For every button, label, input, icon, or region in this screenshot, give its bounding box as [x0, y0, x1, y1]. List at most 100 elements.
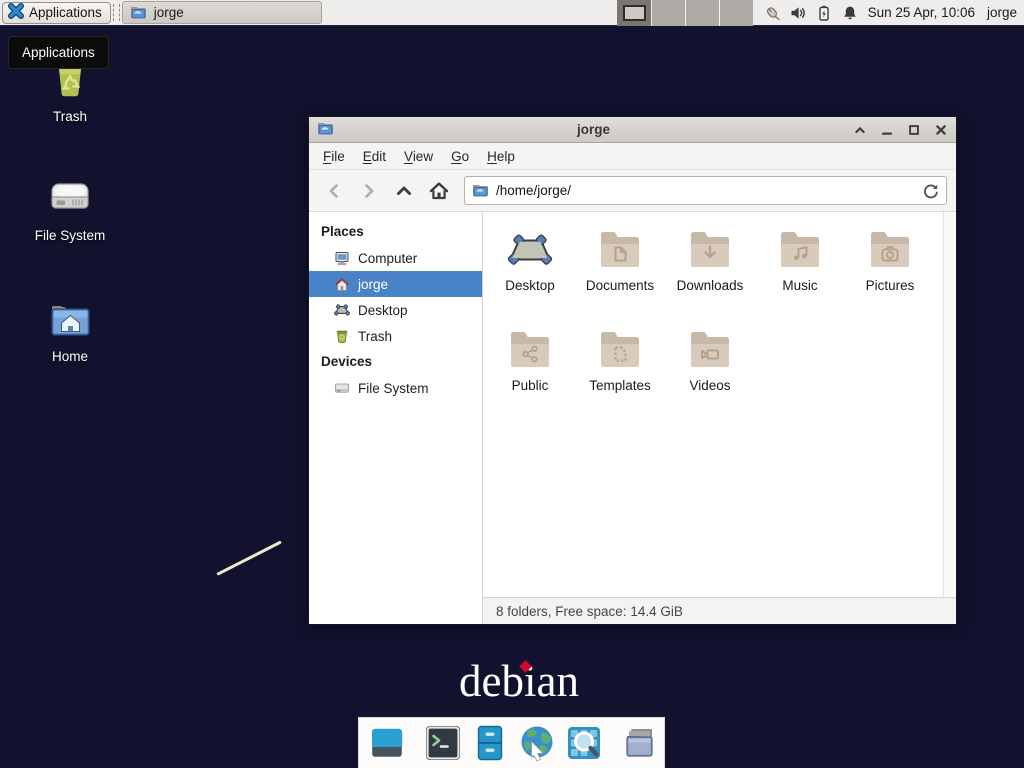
- close-button[interactable]: [934, 123, 948, 137]
- file-cabinet-icon[interactable]: [471, 724, 509, 762]
- folder-public-icon: [506, 325, 554, 376]
- workspace-1[interactable]: [617, 0, 651, 26]
- web-browser-icon[interactable]: [518, 724, 556, 762]
- sidebar: Places Computer jorge Desktop TrashDevic…: [309, 212, 483, 624]
- mouse-icon[interactable]: [763, 4, 781, 22]
- applications-tooltip: Applications: [8, 36, 109, 69]
- file-item-documents[interactable]: Documents: [575, 225, 665, 325]
- workspace-window-preview: [623, 5, 646, 21]
- file-item-label: Pictures: [845, 278, 935, 293]
- trash-small-icon: [334, 328, 350, 344]
- window-folder-icon: [317, 120, 334, 140]
- desktop-icon-label: Trash: [12, 109, 128, 124]
- file-item-downloads[interactable]: Downloads: [665, 225, 755, 325]
- sidebar-header-devices: Devices: [309, 349, 482, 375]
- debian-logo: debian: [459, 655, 579, 707]
- workspace-3[interactable]: [685, 0, 719, 26]
- desktop-folder-icon: [506, 225, 554, 276]
- wallpaper-line: [216, 540, 282, 575]
- location-bar[interactable]: /home/jorge/: [464, 176, 947, 205]
- status-bar: 8 folders, Free space: 14.4 GiB: [483, 597, 956, 624]
- directory-menu-icon[interactable]: [621, 724, 659, 762]
- up-button[interactable]: [388, 175, 419, 206]
- file-item-label: Desktop: [485, 278, 575, 293]
- desktop-icon-label: File System: [12, 228, 128, 243]
- folder-downloads-icon: [686, 225, 734, 276]
- folder-pictures-icon: [866, 225, 914, 276]
- sidebar-item-label: Trash: [358, 329, 392, 344]
- desktop-icon-label: Home: [12, 349, 128, 364]
- desktop-small-icon: [334, 302, 350, 318]
- desktop-icon-home[interactable]: Home: [12, 297, 128, 364]
- toolbar: /home/jorge/: [309, 170, 956, 212]
- terminal-icon[interactable]: [424, 724, 462, 762]
- user-menu[interactable]: jorge: [987, 5, 1017, 20]
- computer-icon: [334, 250, 350, 266]
- vertical-scrollbar[interactable]: [943, 212, 956, 597]
- show-desktop-icon[interactable]: [368, 724, 406, 762]
- sidebar-item-label: File System: [358, 381, 429, 396]
- forward-button[interactable]: [353, 175, 384, 206]
- maximize-button[interactable]: [907, 123, 921, 137]
- file-manager-window: jorge FileEditViewGoHelp /home/jorge/ Pl…: [308, 116, 957, 625]
- taskbar-window-label: jorge: [154, 5, 184, 20]
- sidebar-item-label: jorge: [358, 277, 388, 292]
- file-item-pictures[interactable]: Pictures: [845, 225, 935, 325]
- file-list: Desktop Documents Downloads Music Pictur…: [483, 212, 943, 597]
- panel-handle[interactable]: [113, 4, 120, 21]
- file-item-videos[interactable]: Videos: [665, 325, 755, 425]
- menu-view[interactable]: View: [395, 145, 442, 168]
- app-finder-icon[interactable]: [565, 724, 603, 762]
- folder-videos-icon: [686, 325, 734, 376]
- menu-bar: FileEditViewGoHelp: [309, 143, 956, 170]
- desktop-icon-file-system[interactable]: File System: [12, 176, 128, 243]
- reload-icon[interactable]: [922, 182, 939, 199]
- sidebar-item-jorge[interactable]: jorge: [309, 271, 482, 297]
- applications-menu-button[interactable]: Applications: [2, 2, 111, 24]
- top-panel: Applications jorge Sun 25 Apr, 10:06 jor…: [0, 0, 1024, 26]
- home-button[interactable]: [423, 175, 454, 206]
- menu-edit[interactable]: Edit: [354, 145, 395, 168]
- shade-button[interactable]: [853, 123, 867, 137]
- path-folder-icon: [472, 182, 489, 200]
- file-item-label: Templates: [575, 378, 665, 393]
- sidebar-item-label: Computer: [358, 251, 417, 266]
- file-item-public[interactable]: Public: [485, 325, 575, 425]
- workspace-2[interactable]: [651, 0, 685, 26]
- window-title: jorge: [334, 122, 853, 137]
- battery-icon[interactable]: [815, 4, 833, 22]
- minimize-button[interactable]: [880, 123, 894, 137]
- menu-go[interactable]: Go: [442, 145, 478, 168]
- sidebar-item-file-system[interactable]: File System: [309, 375, 482, 401]
- menu-file[interactable]: File: [314, 145, 354, 168]
- file-item-label: Documents: [575, 278, 665, 293]
- file-item-label: Public: [485, 378, 575, 393]
- menu-help[interactable]: Help: [478, 145, 524, 168]
- system-tray: [763, 4, 859, 22]
- dock: [358, 717, 665, 768]
- workspace-switcher[interactable]: [617, 0, 753, 26]
- file-item-label: Downloads: [665, 278, 755, 293]
- sidebar-item-label: Desktop: [358, 303, 408, 318]
- file-item-label: Videos: [665, 378, 755, 393]
- file-item-desktop[interactable]: Desktop: [485, 225, 575, 325]
- sidebar-item-computer[interactable]: Computer: [309, 245, 482, 271]
- filesystem-large-icon: [47, 176, 93, 225]
- home-large-icon: [47, 297, 93, 346]
- notifications-icon[interactable]: [841, 4, 859, 22]
- xfce-logo-icon: [8, 3, 24, 22]
- folder-documents-icon: [596, 225, 644, 276]
- debian-logo-text: debian: [459, 656, 579, 706]
- file-item-music[interactable]: Music: [755, 225, 845, 325]
- clock[interactable]: Sun 25 Apr, 10:06: [868, 5, 975, 20]
- sidebar-item-trash[interactable]: Trash: [309, 323, 482, 349]
- folder-templates-icon: [596, 325, 644, 376]
- volume-icon[interactable]: [789, 4, 807, 22]
- sidebar-item-desktop[interactable]: Desktop: [309, 297, 482, 323]
- back-button[interactable]: [318, 175, 349, 206]
- applications-menu-label: Applications: [29, 5, 102, 20]
- file-item-templates[interactable]: Templates: [575, 325, 665, 425]
- workspace-4[interactable]: [719, 0, 753, 26]
- window-titlebar[interactable]: jorge: [309, 117, 956, 143]
- taskbar-window-button[interactable]: jorge: [122, 1, 322, 24]
